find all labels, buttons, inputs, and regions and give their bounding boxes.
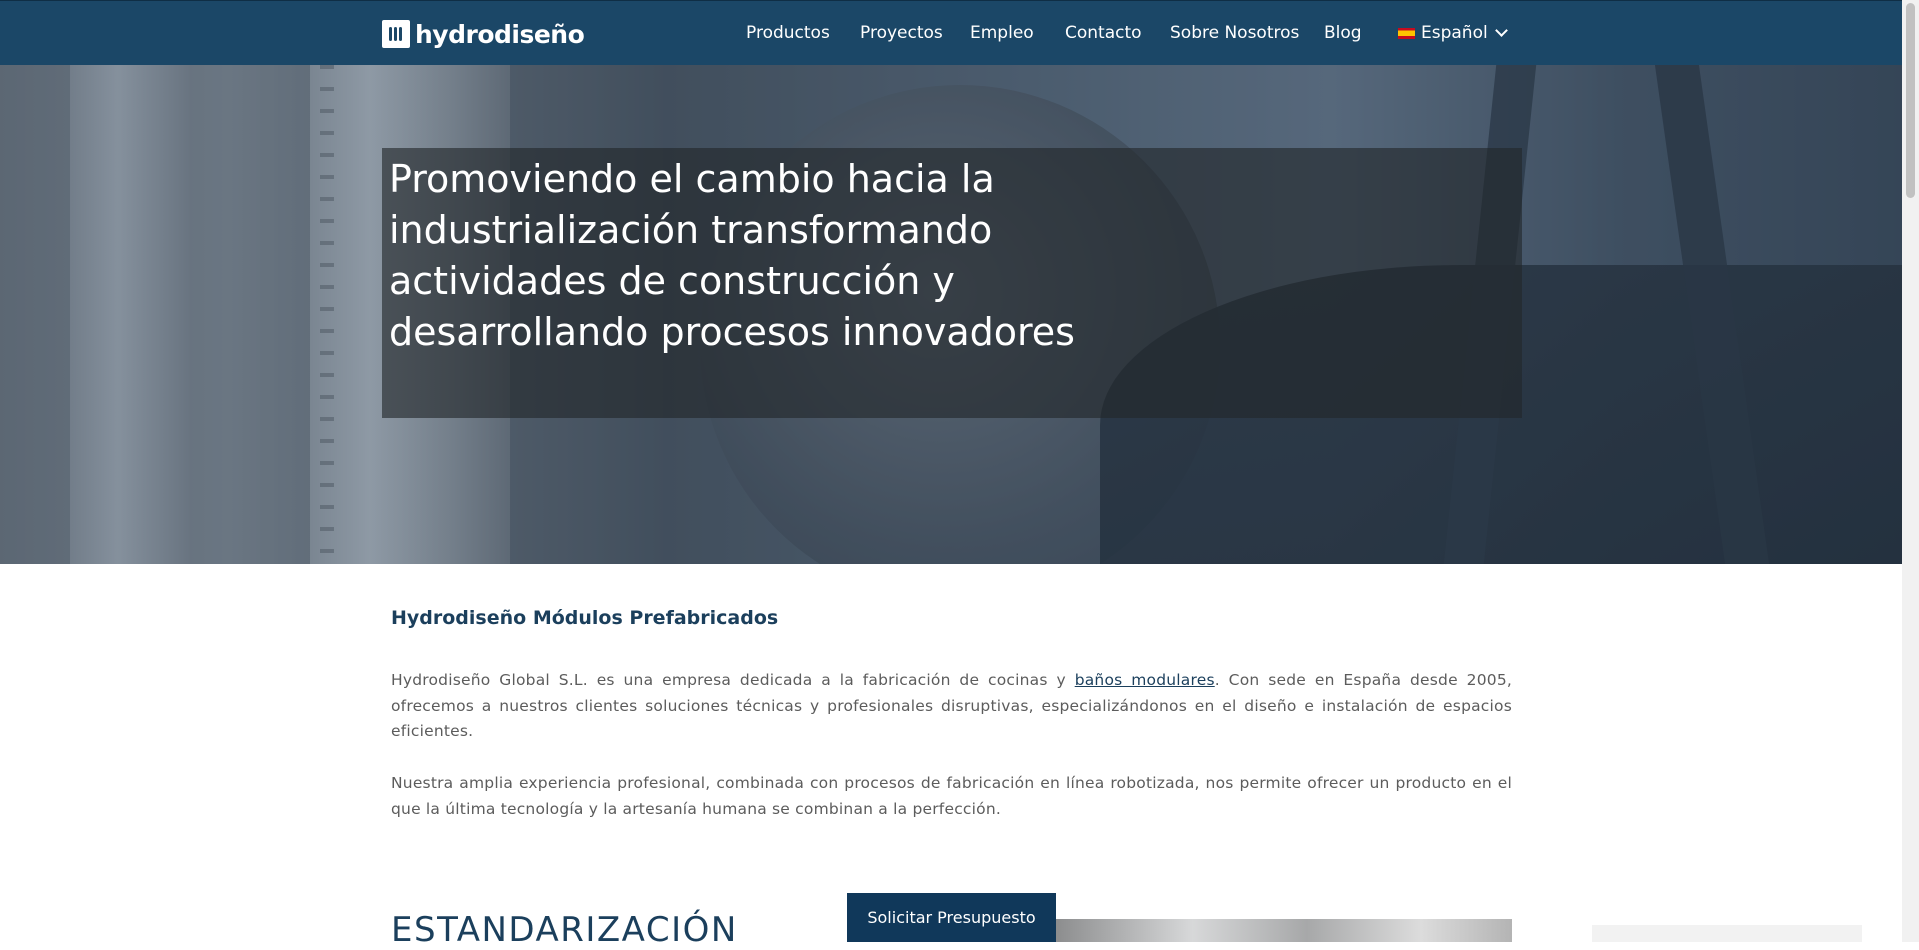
chevron-down-icon [1494,24,1508,37]
nav-empleo[interactable]: Empleo [970,23,1034,43]
hero-title: Promoviendo el cambio hacia la industria… [389,157,1075,354]
intro-heading: Hydrodiseño Módulos Prefabricados [391,607,779,629]
hero-banner: Promoviendo el cambio hacia la industria… [0,65,1902,564]
estandarizacion-heading: ESTANDARIZACIÓN [391,910,738,950]
intro-paragraph-2: Nuestra amplia experiencia profesional, … [391,774,1512,818]
banos-modulares-link[interactable]: baños modulares [1075,671,1215,689]
scrollbar-thumb[interactable] [1906,3,1915,198]
logo-text: hydrodiseño [415,19,585,49]
nav-contacto[interactable]: Contacto [1065,23,1142,43]
site-logo[interactable]: hydrodiseño [382,19,585,49]
logo-mark-icon [382,20,410,48]
nav-proyectos[interactable]: Proyectos [860,23,943,43]
side-widget [1592,925,1862,942]
nav-blog[interactable]: Blog [1324,23,1362,43]
page-scrollbar[interactable] [1902,0,1919,942]
language-label: Español [1421,23,1488,43]
nav-productos[interactable]: Productos [746,23,830,43]
request-quote-button[interactable]: Solicitar Presupuesto [847,893,1056,942]
hero-text-box: Promoviendo el cambio hacia la industria… [382,148,1522,418]
spain-flag-icon [1398,27,1415,39]
nav-sobre-nosotros[interactable]: Sobre Nosotros [1170,23,1299,43]
language-selector[interactable]: Español [1398,23,1508,43]
site-header: hydrodiseño Productos Proyectos Empleo C… [0,0,1902,65]
intro-paragraph-1: Hydrodiseño Global S.L. es una empresa d… [391,671,1513,740]
section-image [1056,919,1512,942]
